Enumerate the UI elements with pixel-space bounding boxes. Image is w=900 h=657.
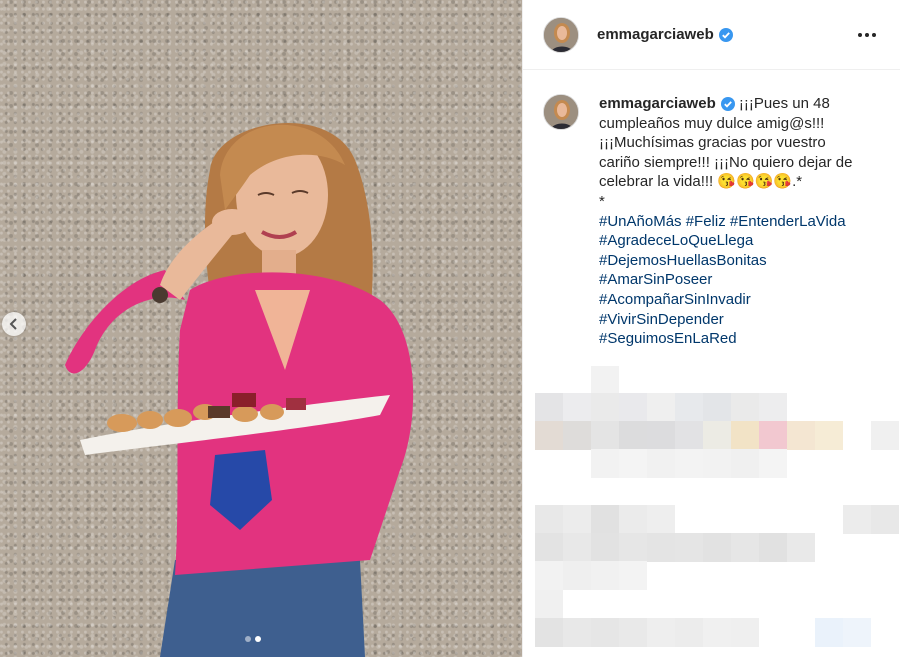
caption-avatar[interactable] xyxy=(543,94,579,130)
hashtag-link[interactable]: #AgradeceLoQueLlega xyxy=(599,231,884,251)
caption-text: emmagarciaweb ¡¡¡Pues un 48 cumpleaños m… xyxy=(599,94,884,349)
hashtag-link[interactable]: #DejemosHuellasBonitas xyxy=(599,251,884,271)
caption-username[interactable]: emmagarciaweb xyxy=(599,95,716,112)
blurred-comment-block xyxy=(843,505,899,534)
blurred-comment-block xyxy=(535,421,843,450)
blurred-comment-block xyxy=(815,618,871,647)
hashtag-link[interactable]: #SeguimosEnLaRed xyxy=(599,329,884,349)
caption-separator: * xyxy=(599,192,605,210)
blurred-comment-block xyxy=(535,618,759,647)
verified-badge-icon xyxy=(718,27,733,42)
post-caption: emmagarciaweb ¡¡¡Pues un 48 cumpleaños m… xyxy=(523,70,900,349)
post-photo[interactable] xyxy=(0,0,522,657)
blurred-comment-block xyxy=(535,505,675,534)
carousel-prev-button[interactable] xyxy=(2,312,26,336)
verified-badge-icon xyxy=(720,97,735,112)
avatar[interactable] xyxy=(543,16,579,53)
hashtag-link[interactable]: #UnAñoMás #Feliz #EntenderLaVida xyxy=(599,212,884,232)
blurred-comment-block xyxy=(535,393,787,422)
post-side-panel: emmagarciaweb emmagarciaweb ¡¡¡Pues un 4… xyxy=(522,0,900,657)
blurred-comment-block xyxy=(535,561,647,590)
caption-line: cumpleaños muy dulce amig@s!!! xyxy=(599,114,825,132)
caption-line: ¡¡¡Pues un 48 xyxy=(738,95,830,112)
blurred-comment-block xyxy=(535,533,815,562)
carousel-dot xyxy=(245,636,251,642)
caption-line: celebrar la vida!!! 😘😘😘😘.* xyxy=(599,173,803,191)
post-header: emmagarciaweb xyxy=(523,0,900,70)
avatar-image xyxy=(544,95,578,129)
caption-line: ¡¡¡Muchísimas gracias por vuestro xyxy=(599,134,826,152)
avatar-image xyxy=(544,17,578,52)
carousel-dot-active xyxy=(255,636,261,642)
post-image-illustration xyxy=(65,122,414,657)
hashtag-link[interactable]: #AcompañarSinInvadir xyxy=(599,290,884,310)
blurred-comment-block xyxy=(591,449,787,478)
blurred-comment-block xyxy=(535,590,563,619)
carousel-indicator xyxy=(245,636,261,642)
chevron-left-icon xyxy=(9,318,17,330)
caption-line: cariño siempre!!! ¡¡¡No quiero dejar de xyxy=(599,153,853,171)
blurred-comment-block xyxy=(591,366,619,395)
hashtag-link[interactable]: #AmarSinPoseer xyxy=(599,270,884,290)
header-username[interactable]: emmagarciaweb xyxy=(597,26,714,43)
more-options-icon[interactable] xyxy=(854,29,880,41)
hashtag-link[interactable]: #VivirSinDepender xyxy=(599,310,884,330)
blurred-comment-block xyxy=(871,421,899,450)
